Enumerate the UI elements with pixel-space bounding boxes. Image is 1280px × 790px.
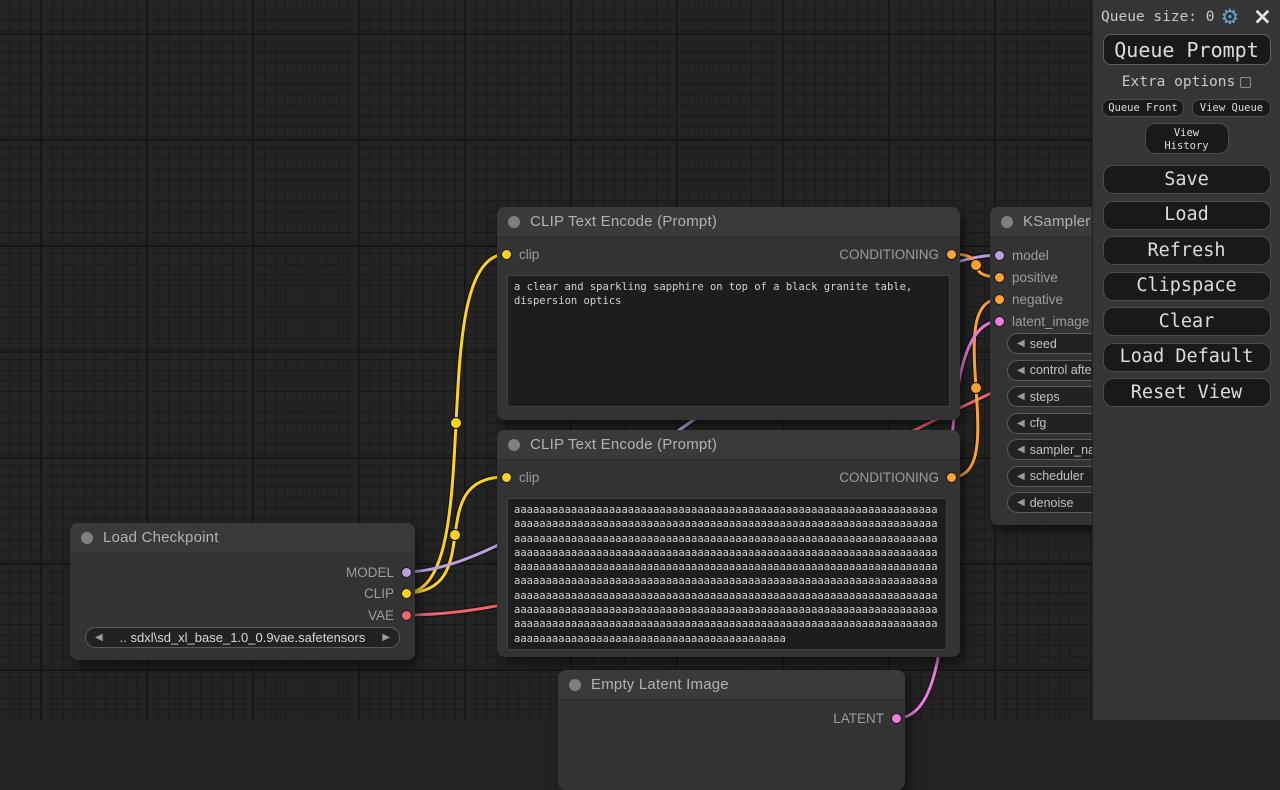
input-negative: negative [990, 292, 1063, 306]
collapse-dot-icon[interactable] [569, 679, 581, 691]
output-clip: CLIP [364, 586, 415, 600]
view-history-button[interactable]: View History [1145, 123, 1229, 154]
comfy-menu: Queue size: 0 ⚙ × Queue Prompt Extra opt… [1092, 0, 1280, 720]
node-title: Empty Latent Image [591, 676, 729, 693]
clip-port-icon[interactable] [401, 588, 412, 599]
conditioning-port-icon[interactable] [994, 272, 1005, 283]
clipspace-button[interactable]: Clipspace [1103, 272, 1271, 301]
queue-prompt-button[interactable]: Queue Prompt [1103, 34, 1271, 65]
collapse-dot-icon[interactable] [1001, 216, 1013, 228]
latent-port-icon[interactable] [891, 713, 902, 724]
input-model: model [990, 248, 1049, 262]
extra-options-label: Extra options [1122, 74, 1236, 90]
prompt-textarea[interactable]: a clear and sparkling sapphire on top of… [507, 275, 950, 407]
link-dot [451, 418, 462, 429]
node-title: CLIP Text Encode (Prompt) [530, 436, 717, 453]
link-clip-to-negative-encoder [405, 477, 505, 593]
output-vae: VAE [368, 608, 415, 622]
close-icon[interactable]: × [1253, 8, 1272, 26]
right-arrow-icon[interactable]: ▶ [377, 632, 399, 643]
latent-port-icon[interactable] [994, 316, 1005, 327]
left-arrow-icon[interactable]: ◀ [1008, 338, 1030, 349]
left-arrow-icon[interactable]: ◀ [1008, 471, 1030, 482]
output-model: MODEL [346, 565, 415, 579]
link-dot [971, 383, 982, 394]
output-conditioning: CONDITIONING [839, 247, 960, 261]
node-title-bar[interactable]: CLIP Text Encode (Prompt) [497, 207, 960, 237]
input-clip: clip [497, 247, 539, 261]
node-title-bar[interactable]: Load Checkpoint [70, 523, 415, 553]
refresh-button[interactable]: Refresh [1103, 236, 1271, 265]
queue-front-button[interactable]: Queue Front [1102, 99, 1184, 117]
input-positive: positive [990, 270, 1058, 284]
clear-button[interactable]: Clear [1103, 307, 1271, 336]
left-arrow-icon[interactable]: ◀ [1008, 365, 1030, 376]
left-arrow-icon[interactable]: ◀ [1008, 497, 1030, 508]
input-latent-image: latent_image [990, 314, 1089, 328]
model-port-icon[interactable] [401, 567, 412, 578]
reset-view-button[interactable]: Reset View [1103, 378, 1271, 407]
node-title: Load Checkpoint [103, 529, 219, 546]
left-arrow-icon[interactable]: ◀ [1008, 444, 1030, 455]
gear-icon[interactable]: ⚙ [1221, 8, 1240, 26]
clip-port-icon[interactable] [501, 472, 512, 483]
output-conditioning: CONDITIONING [839, 470, 960, 484]
view-queue-button[interactable]: View Queue [1192, 99, 1271, 117]
left-arrow-icon[interactable]: ◀ [1008, 391, 1030, 402]
load-button[interactable]: Load [1103, 201, 1271, 230]
node-title-bar[interactable]: CLIP Text Encode (Prompt) [497, 430, 960, 460]
vae-port-icon[interactable] [401, 610, 412, 621]
ckpt-name-value: .. sdxl\sd_xl_base_1.0_0.9vae.safetensor… [108, 630, 378, 645]
collapse-dot-icon[interactable] [508, 216, 520, 228]
node-title: CLIP Text Encode (Prompt) [530, 213, 717, 230]
link-dot [971, 260, 982, 271]
graph-canvas[interactable]: CLIP Text Encode (Prompt) clip CONDITION… [0, 0, 1280, 720]
prompt-textarea[interactable]: aaaaaaaaaaaaaaaaaaaaaaaaaaaaaaaaaaaaaaaa… [507, 498, 947, 650]
extra-options-checkbox[interactable] [1240, 77, 1251, 88]
node-title-bar[interactable]: Empty Latent Image [558, 670, 905, 700]
collapse-dot-icon[interactable] [81, 532, 93, 544]
save-button[interactable]: Save [1103, 165, 1271, 194]
node-load-checkpoint[interactable]: Load Checkpoint MODEL CLIP VAE ◀ .. sdxl… [70, 523, 415, 660]
node-empty-latent-image[interactable]: Empty Latent Image LATENT [558, 670, 905, 790]
left-arrow-icon[interactable]: ◀ [86, 632, 108, 643]
node-clip-text-encode-positive[interactable]: CLIP Text Encode (Prompt) clip CONDITION… [497, 207, 960, 420]
conditioning-port-icon[interactable] [946, 472, 957, 483]
queue-size-label: Queue size: 0 [1101, 9, 1215, 25]
load-default-button[interactable]: Load Default [1103, 343, 1271, 372]
collapse-dot-icon[interactable] [508, 439, 520, 451]
ckpt-name-combo[interactable]: ◀ .. sdxl\sd_xl_base_1.0_0.9vae.safetens… [85, 627, 400, 648]
clip-port-icon[interactable] [501, 249, 512, 260]
input-clip: clip [497, 470, 539, 484]
link-dot [450, 530, 461, 541]
left-arrow-icon[interactable]: ◀ [1008, 418, 1030, 429]
model-port-icon[interactable] [994, 250, 1005, 261]
conditioning-port-icon[interactable] [946, 249, 957, 260]
node-clip-text-encode-negative[interactable]: CLIP Text Encode (Prompt) clip CONDITION… [497, 430, 960, 657]
link-clip-to-positive-encoder [405, 254, 507, 593]
conditioning-port-icon[interactable] [994, 294, 1005, 305]
node-title: KSampler [1023, 213, 1090, 230]
output-latent: LATENT [833, 711, 905, 725]
